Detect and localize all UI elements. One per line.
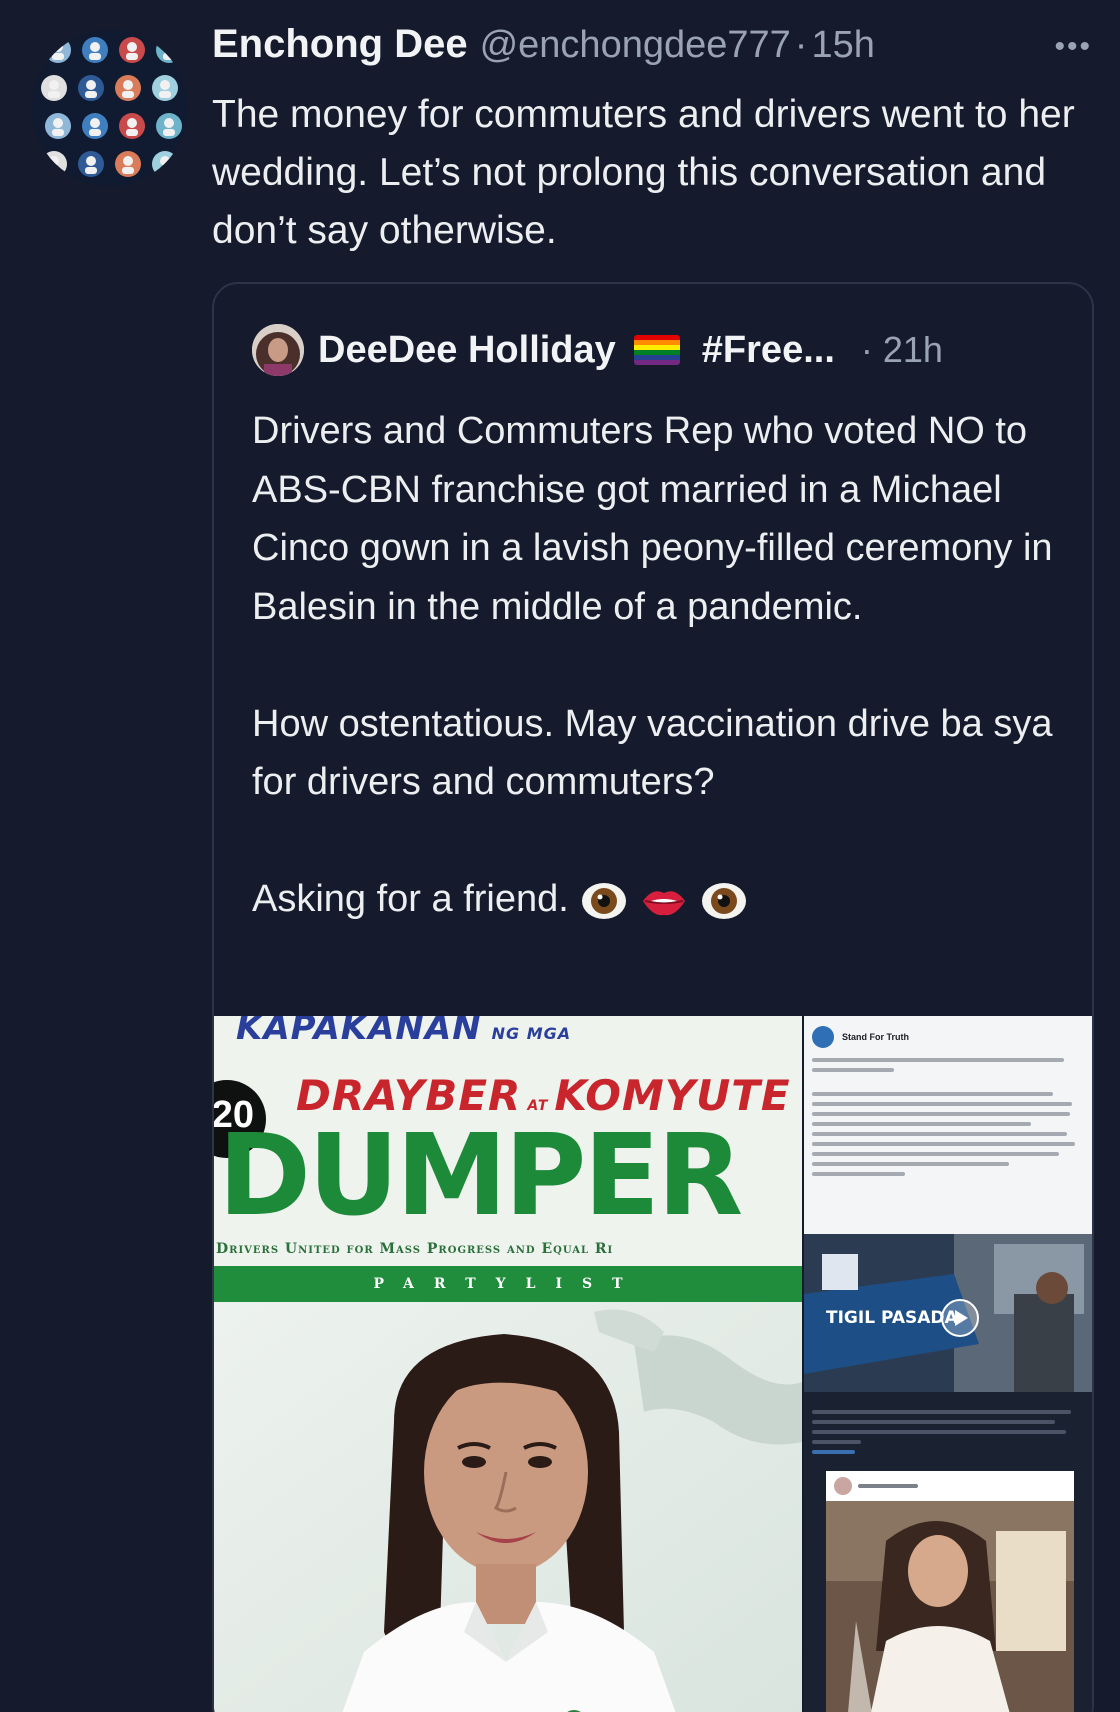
poster-band: PARTYLIST — [214, 1266, 802, 1302]
fb-text-line — [812, 1142, 1076, 1146]
eye-emoji-icon — [699, 879, 749, 923]
tweet-time[interactable]: 15h — [811, 24, 874, 67]
author-avatar[interactable] — [32, 30, 188, 186]
quote-text: Drivers and Commuters Rep who voted NO t… — [252, 402, 1072, 929]
tweet-header: Enchong Dee @enchongdee777 · 15h — [212, 22, 875, 78]
wedding-photo — [826, 1501, 1074, 1712]
fb-text-line — [812, 1162, 1010, 1166]
poster-title-text: KAPAKANAN — [236, 1016, 482, 1048]
quote-time[interactable]: · 21h — [861, 329, 943, 371]
author-name[interactable]: Enchong Dee — [212, 22, 468, 67]
instagram-post-screenshot — [826, 1471, 1074, 1712]
media-image-poster[interactable]: KAPAKANAN NG MGA 20 DRAYBER AT KOMYUTE DUMP… — [214, 1016, 802, 1712]
quote-paragraph: How ostentatious. May vaccination drive … — [252, 702, 1053, 804]
meta-separator: · — [794, 24, 808, 66]
fb-page-name: Stand For Truth — [842, 1031, 909, 1042]
quote-paragraph: Drivers and Commuters Rep who voted NO t… — [252, 410, 1053, 628]
poster-title: KAPAKANAN NG MGA — [236, 1016, 571, 1048]
fb-text-line — [812, 1132, 1067, 1136]
fb-post-header: Stand For Truth — [812, 1022, 1086, 1052]
fb-video-thumbnail: TIGIL PASADA — [804, 1234, 1092, 1392]
fb-text-line — [812, 1068, 895, 1072]
quote-author-name[interactable]: DeeDee Holliday — [318, 329, 616, 372]
quote-avatar[interactable] — [252, 324, 304, 376]
quote-author-hashtag: #Free... — [701, 328, 835, 371]
poster-subtitle: Drivers United for Mass Progress and Equ… — [216, 1241, 614, 1257]
more-horizontal-icon[interactable]: ••• — [1054, 30, 1092, 64]
fb-text-line — [812, 1152, 1059, 1156]
poster-brand: DUMPER — [218, 1111, 743, 1241]
lips-emoji-icon — [639, 879, 689, 923]
fb-page-avatar — [812, 1026, 834, 1048]
tweet-text: The money for commuters and drivers went… — [212, 93, 1075, 252]
quoted-tweet[interactable]: DeeDee Holliday #Free... · 21h Drivers a… — [212, 282, 1094, 1712]
fb-text-line — [812, 1122, 1032, 1126]
poster-portrait — [214, 1302, 802, 1712]
fb-text-line — [812, 1092, 1054, 1096]
fb-caption — [812, 1404, 1082, 1460]
fb-text-line — [812, 1058, 1065, 1062]
insta-header — [826, 1471, 1074, 1501]
author-handle[interactable]: @enchongdee777 — [480, 24, 791, 67]
quote-header: DeeDee Holliday #Free... · 21h — [252, 322, 943, 378]
tweet[interactable]: Enchong Dee @enchongdee777 · 15h ••• The… — [0, 0, 1120, 1712]
fb-text-line — [812, 1112, 1070, 1116]
fb-text-line — [812, 1102, 1073, 1106]
insta-avatar — [834, 1477, 852, 1495]
fb-text-line — [812, 1172, 906, 1176]
quote-paragraph-last: Asking for a friend. — [252, 870, 1072, 929]
quote-closing-text: Asking for a friend. — [252, 878, 569, 920]
poster-title-small: NG MGA — [491, 1024, 572, 1043]
fb-video-overlay: TIGIL PASADA — [826, 1308, 958, 1328]
eye-emoji-icon — [579, 879, 629, 923]
media-image-collage[interactable]: Stand For Truth TIGIL PASADA — [804, 1016, 1092, 1712]
rainbow-flag-icon — [633, 335, 680, 365]
facebook-post-screenshot: Stand For Truth — [804, 1016, 1092, 1234]
